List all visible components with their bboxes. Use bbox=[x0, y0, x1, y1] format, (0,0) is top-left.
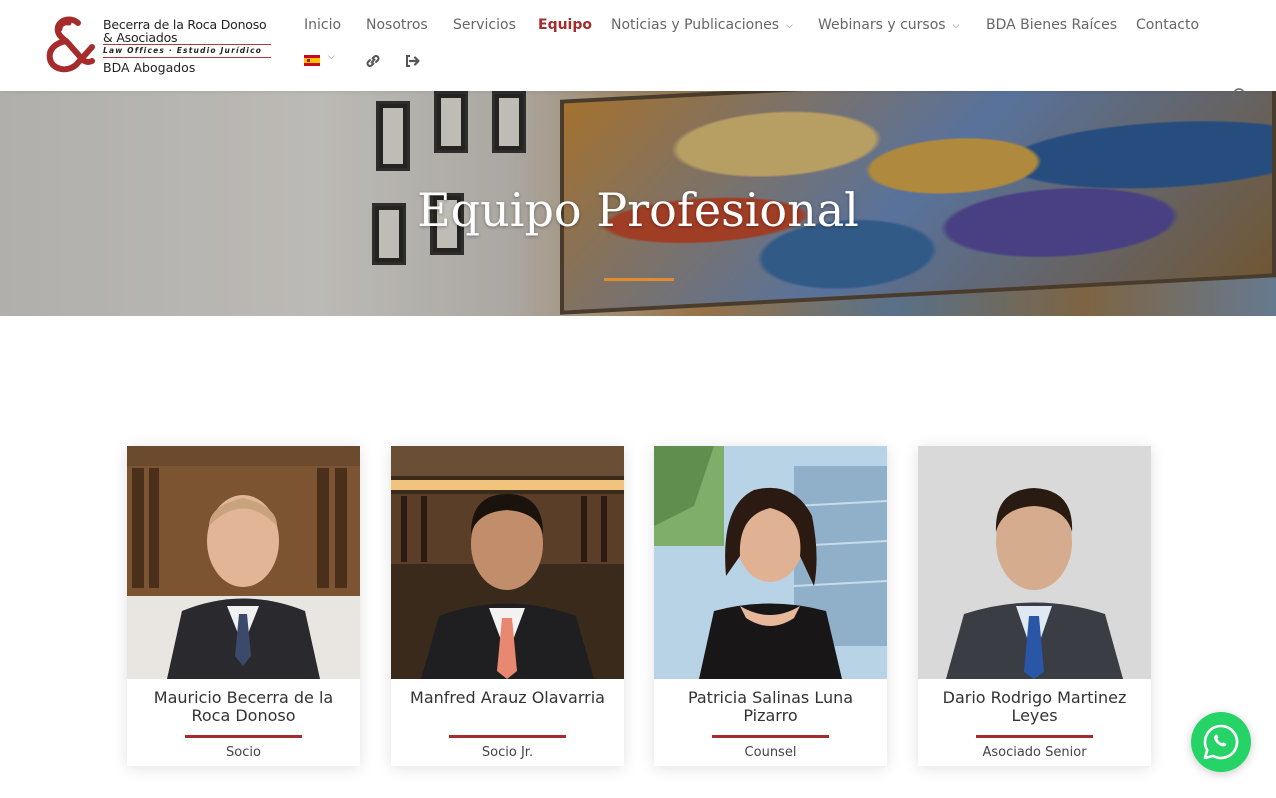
nav-label: Equipo bbox=[538, 17, 592, 33]
team-member-role: Asociado Senior bbox=[982, 745, 1087, 760]
nav-label: Webinars y cursos bbox=[818, 17, 946, 33]
hero-banner: Equipo Profesional bbox=[0, 91, 1276, 316]
chevron-down-icon: ⌵ bbox=[328, 52, 335, 62]
nav-label: Noticias y Publicaciones bbox=[611, 17, 780, 33]
logo-tagline: Law Offices · Estudio Jurídico bbox=[103, 46, 263, 55]
nav-label: BDA Bienes Raíces bbox=[986, 17, 1117, 33]
sign-out-icon[interactable] bbox=[403, 52, 421, 70]
search-icon[interactable] bbox=[1228, 87, 1246, 105]
site-logo[interactable]: Becerra de la Roca Donoso & Asociados La… bbox=[40, 15, 275, 75]
team-member-card[interactable]: Mauricio Becerra de la Roca Donoso Socio bbox=[127, 446, 360, 766]
team-member-role: Socio Jr. bbox=[481, 745, 534, 760]
chevron-down-icon: ⌵ bbox=[786, 21, 793, 31]
nav-label: Inicio bbox=[304, 17, 342, 33]
nav-servicios[interactable]: Servicios bbox=[453, 17, 516, 33]
team-member-card[interactable]: Patricia Salinas Luna Pizarro Counsel bbox=[654, 446, 887, 766]
name-divider bbox=[976, 735, 1093, 738]
team-member-photo bbox=[127, 446, 360, 679]
page-title: Equipo Profesional bbox=[417, 183, 859, 237]
nav-contacto[interactable]: Contacto bbox=[1136, 17, 1199, 33]
nav-nosotros[interactable]: Nosotros bbox=[366, 17, 428, 33]
team-member-photo bbox=[391, 446, 624, 679]
team-member-name: Mauricio Becerra de la Roca Donoso bbox=[153, 688, 334, 725]
nav-bienes-raices[interactable]: BDA Bienes Raíces bbox=[986, 17, 1117, 33]
name-divider bbox=[449, 735, 566, 738]
team-member-card[interactable]: Manfred Arauz Olavarria Socio Jr. bbox=[391, 446, 624, 766]
name-divider bbox=[185, 735, 302, 738]
language-switcher[interactable]: ⌵ bbox=[304, 52, 344, 70]
title-accent-divider bbox=[604, 278, 674, 281]
team-member-name: Manfred Arauz Olavarria bbox=[410, 688, 605, 707]
spain-flag-icon bbox=[304, 55, 320, 66]
link-icon[interactable] bbox=[364, 52, 382, 70]
team-member-role: Socio bbox=[226, 745, 261, 760]
logo-divider bbox=[103, 44, 271, 45]
team-member-card[interactable]: Dario Rodrigo Martinez Leyes Asociado Se… bbox=[918, 446, 1151, 766]
team-member-name: Dario Rodrigo Martinez Leyes bbox=[942, 688, 1127, 725]
logo-short-name: BDA Abogados bbox=[103, 60, 196, 75]
logo-firm-name-2: & Asociados bbox=[103, 30, 178, 45]
name-divider bbox=[712, 735, 829, 738]
ampersand-logo-icon bbox=[46, 16, 95, 73]
nav-label: Nosotros bbox=[366, 17, 428, 33]
nav-equipo[interactable]: Equipo bbox=[538, 17, 592, 33]
team-member-name: Patricia Salinas Luna Pizarro bbox=[687, 688, 854, 725]
team-member-photo bbox=[918, 446, 1151, 679]
nav-inicio[interactable]: Inicio bbox=[304, 17, 341, 33]
whatsapp-icon bbox=[1203, 724, 1239, 760]
team-member-role: Counsel bbox=[744, 745, 797, 760]
nav-label: Contacto bbox=[1136, 17, 1200, 33]
site-header: Becerra de la Roca Donoso & Asociados La… bbox=[0, 0, 1276, 91]
team-member-photo bbox=[654, 446, 887, 679]
whatsapp-chat-button[interactable] bbox=[1191, 712, 1251, 772]
nav-webinars[interactable]: Webinars y cursos ⌵ bbox=[818, 17, 959, 33]
logo-divider bbox=[103, 57, 271, 58]
nav-noticias[interactable]: Noticias y Publicaciones ⌵ bbox=[611, 17, 793, 33]
nav-label: Servicios bbox=[453, 17, 516, 33]
chevron-down-icon: ⌵ bbox=[952, 21, 960, 31]
